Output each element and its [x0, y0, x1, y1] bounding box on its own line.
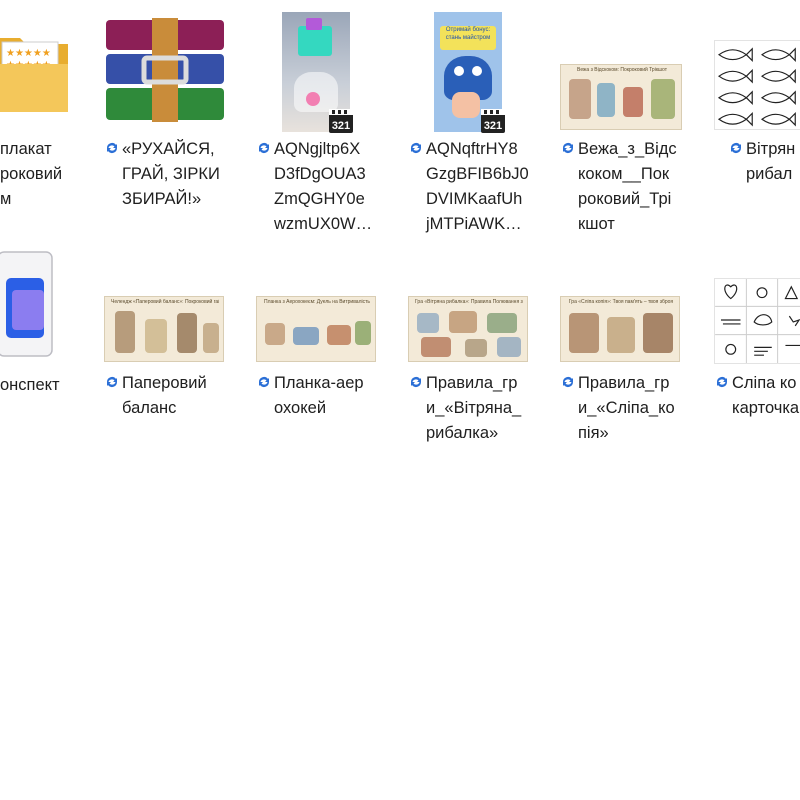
infographic-thumbnail: Планка з Аерохокеєм: Дуель на Витриваліс… [256, 296, 376, 362]
file-label: AQNqftrHY8 GzgBFIB6bJ0 DVIMKaafUh jMTPiA… [426, 140, 529, 233]
file-pravyla-slipa[interactable]: Гра «Сліпа копія»: Твоя пам'ять – твоя з… [556, 240, 696, 460]
file-konspekt[interactable]: онспект [0, 240, 100, 460]
infographic-thumbnail: Гра «Вітряна рибалка»: Правила Полювання… [408, 296, 528, 362]
sync-icon [731, 143, 741, 153]
file-label: AQNgjltp6X D3fDgOUA3 ZmQGHY0e wzmUX0W… [274, 140, 373, 233]
symbol-cards-thumbnail [714, 278, 800, 364]
file-vitryana[interactable]: Вітрян рибал [710, 0, 800, 220]
folder-icon: ★★★★★ ★★★★★ ★★★★★ [0, 38, 68, 112]
sync-icon [259, 143, 269, 153]
file-label: Паперовий баланс [122, 374, 207, 417]
svg-text:321: 321 [332, 120, 350, 132]
file-label: Планка-аер охокей [274, 374, 364, 417]
sync-icon [717, 377, 727, 387]
player-badge-icon: 321 [329, 109, 353, 133]
sync-icon [411, 377, 421, 387]
sync-icon [563, 143, 573, 153]
infographic-thumbnail: Челендж «Паперовий баланс»: Покроковий г… [104, 296, 224, 362]
sync-icon [411, 143, 421, 153]
file-vezha[interactable]: Вежа з Відскоком: Покроковий Трікшот Веж… [556, 0, 696, 233]
fish-sheet-thumbnail [714, 40, 800, 130]
archive-icon [106, 18, 224, 122]
file-label: «РУХАЙСЯ, ГРАЙ, ЗІРКИ ЗБИРАЙ!» [122, 140, 220, 208]
file-pravyla-vitryana[interactable]: Гра «Вітряна рибалка»: Правила Полювання… [404, 240, 544, 460]
sync-icon [107, 377, 117, 387]
sync-icon [107, 143, 117, 153]
infographic-thumbnail: Гра «Сліпа копія»: Твоя пам'ять – твоя з… [560, 296, 680, 362]
file-video2[interactable]: Отримай бонус: стань майстром 321 AQNqft… [404, 0, 544, 233]
app-icon [0, 251, 53, 357]
file-planka[interactable]: Планка з Аерохокеєм: Дуель на Витриваліс… [252, 240, 392, 460]
file-label: Вежа_з_Відс коком__Пок роковий_Трі кшот [578, 140, 677, 233]
folder-plakat[interactable]: ★★★★★ ★★★★★ ★★★★★ плакат роковий м [0, 0, 100, 220]
file-label: Правила_гр и_«Вітряна_ рибалка» [426, 374, 522, 442]
svg-text:321: 321 [484, 120, 502, 132]
file-video1[interactable]: 321 AQNgjltp6X D3fDgOUA3 ZmQGHY0e wzmUX0… [252, 0, 392, 233]
file-slipa[interactable]: Сліпа ко карточка [710, 240, 800, 460]
sync-icon [563, 377, 573, 387]
svg-text:★★★★★: ★★★★★ [6, 48, 51, 59]
file-rukhaisya[interactable]: «РУХАЙСЯ, ГРАЙ, ЗІРКИ ЗБИРАЙ!» [100, 0, 240, 220]
file-label: Сліпа ко карточка [732, 374, 800, 417]
file-label: онспект [0, 376, 60, 394]
sync-icon [259, 377, 269, 387]
player-badge-icon: 321 [481, 109, 505, 133]
file-label: Вітрян рибал [746, 140, 796, 183]
infographic-thumbnail: Вежа з Відскоком: Покроковий Трікшот [560, 64, 682, 130]
file-paperovyi[interactable]: Челендж «Паперовий баланс»: Покроковий г… [100, 240, 240, 460]
file-label: Правила_гр и_«Сліпа_ко пія» [578, 374, 675, 442]
file-label: плакат роковий м [0, 140, 63, 208]
